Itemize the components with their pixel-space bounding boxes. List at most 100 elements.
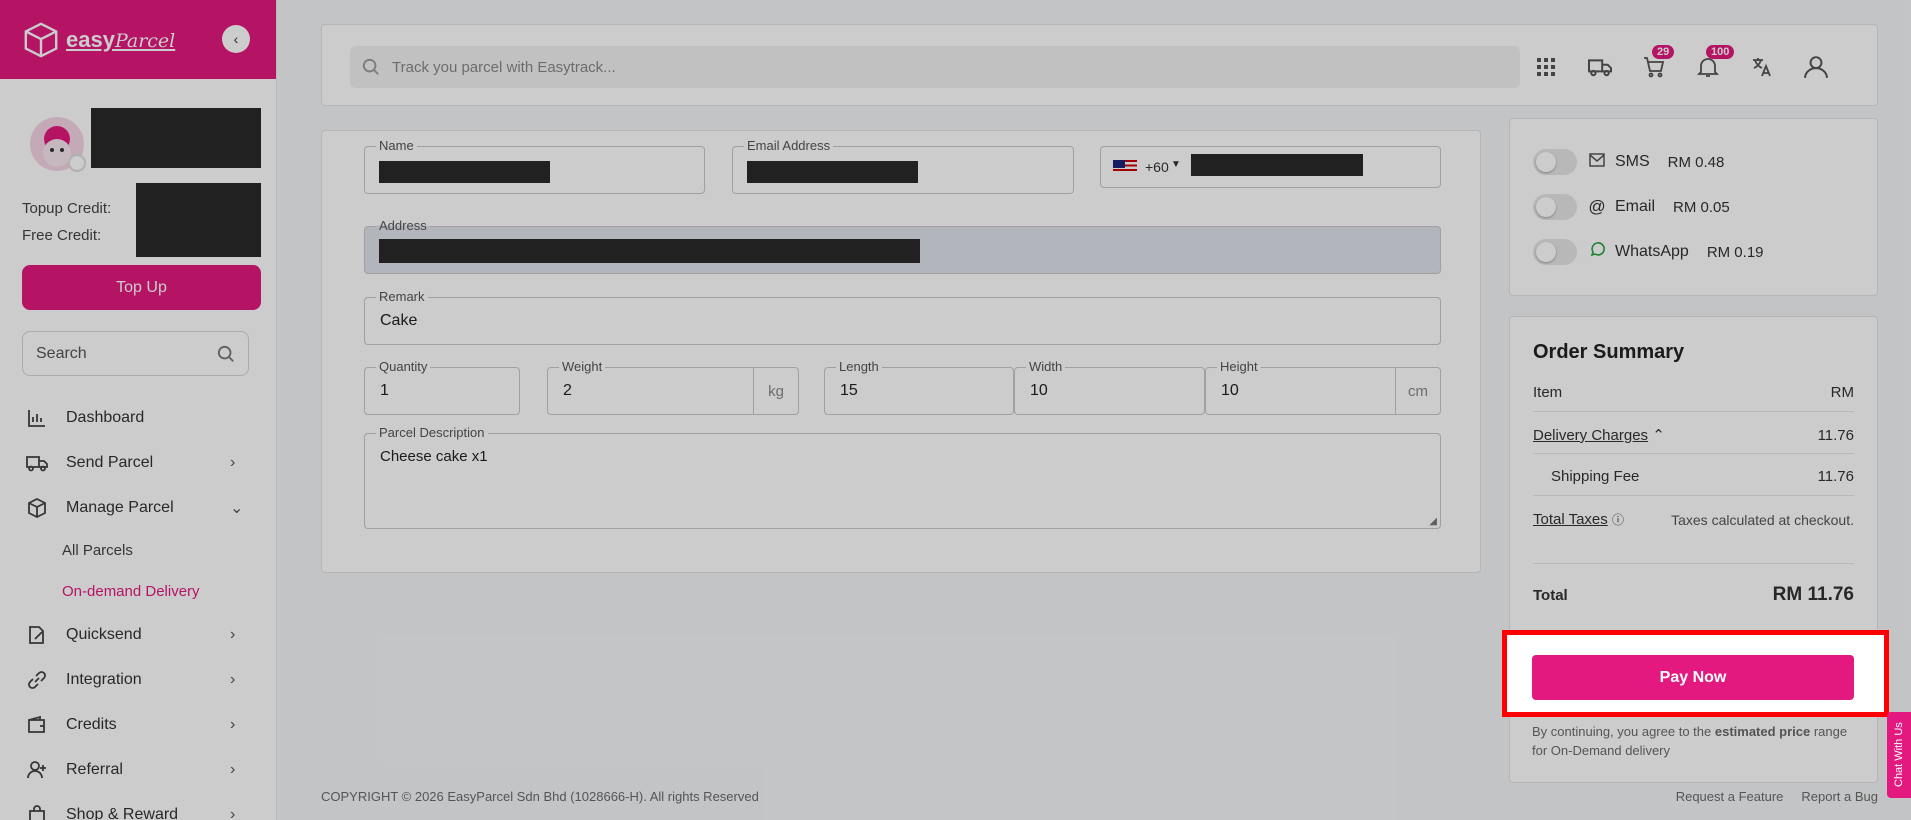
footer-copyright: COPYRIGHT © 2026 EasyParcel Sdn Bhd (102…: [321, 789, 759, 804]
delivery-truck-icon[interactable]: [1586, 53, 1614, 81]
width-field[interactable]: Width 10: [1014, 359, 1205, 415]
address-field[interactable]: Address: [364, 218, 1441, 274]
phone-country-code[interactable]: +60: [1145, 159, 1169, 175]
pay-now-button[interactable]: Pay Now: [1532, 655, 1854, 700]
name-field[interactable]: Name: [364, 138, 705, 194]
sidebar-search-input[interactable]: Search: [22, 331, 249, 376]
address-label: Address: [376, 218, 430, 233]
quantity-field[interactable]: Quantity 1: [364, 359, 520, 415]
shipping-fee-row: Shipping Fee 11.76: [1533, 468, 1854, 485]
caret-down-icon: ▼: [1171, 159, 1181, 170]
report-bug-link[interactable]: Report a Bug: [1801, 789, 1878, 804]
chevron-right-icon: ›: [230, 670, 236, 688]
footer-links: Request a Feature Report a Bug: [1676, 789, 1878, 804]
length-field[interactable]: Length 15: [824, 359, 1014, 415]
user-plus-icon: [26, 759, 48, 781]
weight-value: 2: [563, 382, 572, 399]
chat-with-us-tab[interactable]: Chat With Us: [1887, 712, 1911, 798]
wallet-icon: [26, 714, 48, 736]
at-icon: @: [1588, 197, 1606, 216]
whatsapp-icon: [1587, 241, 1607, 263]
sidebar-item-integration[interactable]: Integration ›: [0, 657, 276, 702]
email-label: Email Address: [744, 138, 834, 153]
total-label: Total: [1533, 586, 1568, 604]
delivery-charges-value: 11.76: [1817, 426, 1854, 444]
parcel-description-textarea[interactable]: Parcel Description Cheese cake x1 ◢: [364, 425, 1441, 529]
user-profile-icon[interactable]: [1802, 53, 1830, 81]
request-feature-link[interactable]: Request a Feature: [1676, 789, 1784, 804]
sidebar-item-referral[interactable]: Referral ›: [0, 747, 276, 792]
box-icon: [26, 497, 48, 519]
email-toggle[interactable]: [1533, 194, 1577, 220]
redacted-name: [379, 161, 550, 183]
weight-label: Weight: [559, 359, 606, 374]
sidebar-item-label: Integration: [66, 670, 142, 688]
email-option: @ Email RM 0.05: [1533, 194, 1730, 220]
delivery-charges-label: Delivery Charges: [1533, 427, 1649, 444]
summary-item-row: Item RM: [1533, 384, 1854, 401]
malaysia-flag-icon: [1113, 160, 1137, 175]
item-currency: RM: [1830, 384, 1854, 401]
sidebar-nav: Dashboard Send Parcel › Manage Parcel ⌄ …: [0, 395, 276, 820]
sidebar-item-manage-parcel[interactable]: Manage Parcel ⌄: [0, 485, 276, 530]
phone-field[interactable]: +60 ▼: [1100, 146, 1441, 188]
mail-icon: [1587, 152, 1607, 172]
total-taxes-toggle[interactable]: Total Taxes ⓘ: [1533, 511, 1624, 528]
resize-handle-icon[interactable]: ◢: [1429, 516, 1437, 527]
delivery-charges-toggle[interactable]: Delivery Charges ⌃: [1533, 426, 1665, 444]
chevron-right-icon: ›: [230, 625, 236, 643]
apps-grid-icon[interactable]: [1532, 53, 1560, 81]
sidebar-item-label: Send Parcel: [66, 453, 154, 471]
chevron-right-icon: ›: [230, 715, 236, 733]
sidebar: easyParcel ‹ Topup Credit: Free Credit: …: [0, 0, 277, 820]
country-flag-icon: [68, 154, 86, 172]
brand-name: easyParcel: [66, 26, 176, 52]
link-icon: [26, 669, 48, 691]
collapse-sidebar-button[interactable]: ‹: [222, 25, 250, 53]
length-label: Length: [836, 359, 882, 374]
chevron-up-icon: ⌃: [1652, 427, 1665, 444]
brand-logo[interactable]: easyParcel: [22, 21, 175, 59]
easytrack-search-input[interactable]: Track you parcel with Easytrack...: [350, 46, 1520, 88]
whatsapp-label: WhatsApp: [1615, 243, 1689, 260]
item-label: Item: [1533, 384, 1563, 401]
sms-toggle[interactable]: [1533, 149, 1577, 175]
height-field[interactable]: Height 10 cm: [1205, 359, 1441, 415]
sidebar-item-dashboard[interactable]: Dashboard: [0, 395, 276, 440]
whatsapp-toggle[interactable]: [1533, 239, 1577, 265]
total-row: Total RM 11.76: [1533, 584, 1854, 606]
translate-icon[interactable]: [1748, 53, 1776, 81]
sidebar-item-shop-reward[interactable]: Shop & Reward ›: [0, 792, 276, 820]
notification-bell-icon[interactable]: 100: [1694, 45, 1735, 81]
redacted-username: [91, 108, 261, 168]
cart-icon[interactable]: 29: [1640, 45, 1675, 81]
terms-bold: estimated price: [1714, 724, 1811, 739]
sidebar-search-placeholder: Search: [36, 344, 87, 362]
cart-count-badge: 29: [1652, 45, 1675, 59]
chevron-left-icon: ‹: [233, 31, 239, 47]
weight-field[interactable]: Weight 2 kg: [547, 359, 799, 415]
taxes-note: Taxes calculated at checkout.: [1671, 511, 1854, 528]
search-icon: [217, 345, 234, 362]
sidebar-item-send-parcel[interactable]: Send Parcel ›: [0, 440, 276, 485]
order-summary-title: Order Summary: [1533, 341, 1685, 363]
divider: [1533, 411, 1854, 412]
dimension-unit: cm: [1395, 368, 1440, 414]
topup-button[interactable]: Top Up: [22, 265, 261, 310]
remark-label: Remark: [376, 289, 428, 304]
chevron-down-icon: ⌄: [230, 499, 244, 517]
email-field[interactable]: Email Address: [732, 138, 1074, 194]
parcel-description-label: Parcel Description: [376, 425, 488, 440]
sidebar-subitem-on-demand-delivery[interactable]: On-demand Delivery: [0, 571, 276, 612]
shipping-fee-label: Shipping Fee: [1551, 468, 1640, 485]
sidebar-item-label: Dashboard: [66, 408, 145, 426]
sidebar-subitem-all-parcels[interactable]: All Parcels: [0, 530, 276, 571]
sidebar-item-label: Quicksend: [66, 625, 142, 643]
quantity-value: 1: [380, 382, 389, 399]
sidebar-item-credits[interactable]: Credits ›: [0, 702, 276, 747]
remark-field[interactable]: Remark Cake: [364, 289, 1441, 345]
sidebar-item-quicksend[interactable]: Quicksend ›: [0, 612, 276, 657]
height-value: 10: [1221, 382, 1239, 399]
info-icon: ⓘ: [1611, 513, 1624, 527]
sidebar-header: easyParcel ‹: [0, 0, 276, 79]
